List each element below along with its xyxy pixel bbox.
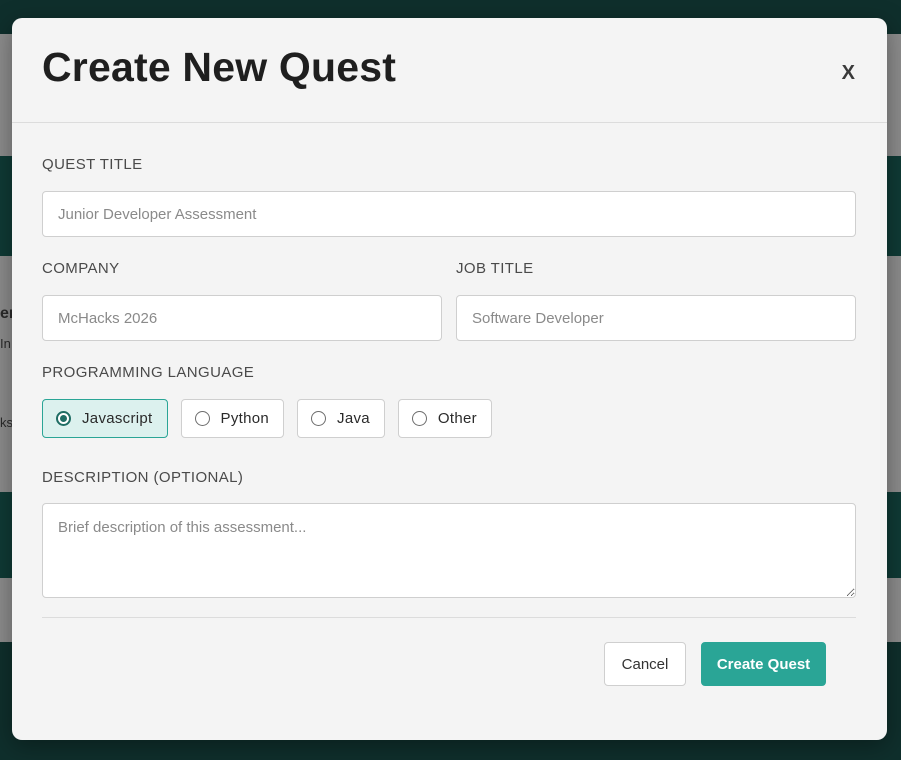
footer-divider <box>42 617 856 618</box>
job-title-input[interactable] <box>456 295 856 341</box>
dialog-header: Create New Quest X <box>12 18 887 123</box>
cancel-button[interactable]: Cancel <box>604 642 686 686</box>
programming-language-options: Javascript Python Java Other <box>42 399 505 438</box>
create-quest-button[interactable]: Create Quest <box>701 642 826 686</box>
language-option-label: Other <box>437 410 477 427</box>
language-option-other[interactable]: Other <box>397 399 492 438</box>
language-option-javascript[interactable]: Javascript <box>42 399 168 438</box>
programming-language-label: PROGRAMMING LANGUAGE <box>42 364 255 381</box>
dialog-title: Create New Quest <box>42 44 397 90</box>
language-option-java[interactable]: Java <box>297 399 385 438</box>
description-textarea[interactable] <box>42 503 856 598</box>
language-option-label: Java <box>337 410 370 427</box>
language-option-label: Python <box>220 410 270 427</box>
radio-empty-icon <box>411 411 427 426</box>
radio-selected-icon <box>56 411 71 426</box>
language-option-label: Javascript <box>82 410 153 427</box>
quest-title-label: QUEST TITLE <box>42 156 143 173</box>
company-input[interactable] <box>42 295 442 341</box>
radio-empty-icon <box>194 411 210 426</box>
backdrop-text: In <box>0 336 11 351</box>
quest-title-input[interactable] <box>42 191 856 237</box>
language-option-python[interactable]: Python <box>180 399 285 438</box>
radio-empty-icon <box>311 411 327 426</box>
create-quest-dialog: Create New Quest X QUEST TITLE COMPANY J… <box>12 18 887 740</box>
company-label: COMPANY <box>42 260 120 277</box>
close-button[interactable]: X <box>842 62 855 85</box>
description-label: DESCRIPTION (OPTIONAL) <box>42 469 244 486</box>
job-title-label: JOB TITLE <box>456 260 534 277</box>
